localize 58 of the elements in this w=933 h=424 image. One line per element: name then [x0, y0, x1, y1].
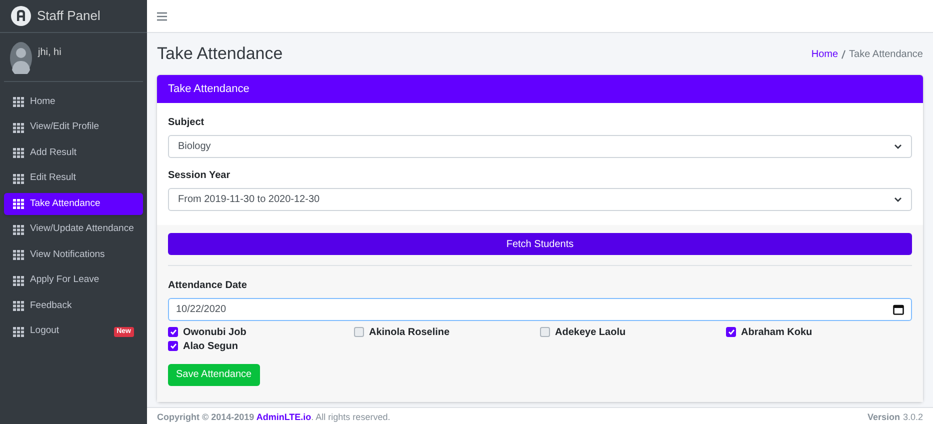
breadcrumb-link[interactable]: Home [811, 46, 838, 62]
grid-icon [13, 97, 24, 107]
student-name: Akinola Roseline [369, 326, 450, 340]
checkbox[interactable] [540, 327, 550, 337]
chevron-down-icon [894, 197, 902, 202]
user-name[interactable]: jhi, hi [38, 45, 62, 60]
copyright-text: Copyright © 2014-2019 AdminLTE.io. All rights reserved. [157, 410, 390, 424]
student-name: Alao Segun [183, 340, 238, 354]
grid-icon [13, 276, 24, 286]
sidebar-item[interactable]: View/Edit Profile [4, 116, 143, 138]
footer-link[interactable]: AdminLTE.io [256, 412, 312, 422]
field-label: Subject [168, 116, 206, 130]
check-icon [728, 329, 734, 335]
calendar-icon[interactable] [893, 304, 904, 315]
chevron-down-icon [894, 144, 902, 149]
grid-icon [13, 250, 24, 260]
avatar-icon [10, 42, 32, 74]
sidebar-item[interactable]: Take Attendance [4, 193, 143, 215]
page-title: Take Attendance [157, 43, 283, 66]
select-field[interactable]: Biology [168, 135, 912, 158]
field-label: Session Year [168, 169, 232, 183]
sidebar-item[interactable]: Add Result [4, 142, 143, 164]
check-icon [170, 329, 176, 335]
select-value: Biology [178, 140, 211, 154]
sidebar-item[interactable]: Feedback [4, 295, 143, 317]
grid-icon [13, 122, 24, 132]
date-label: Attendance Date [168, 279, 248, 293]
checkbox[interactable] [168, 341, 178, 351]
logo-icon [11, 6, 31, 26]
sidebar-item[interactable]: Edit Result [4, 168, 143, 190]
sidebar-item[interactable]: View/Update Attendance [4, 218, 143, 240]
check-icon [170, 343, 176, 349]
select-field[interactable]: From 2019-11-30 to 2020-12-30 [168, 188, 912, 211]
checkbox[interactable] [726, 327, 736, 337]
menu-icon[interactable] [157, 12, 167, 20]
brand-name[interactable]: Staff Panel [37, 6, 100, 26]
version-label: Version [867, 410, 900, 424]
grid-icon [13, 301, 24, 311]
grid-icon [13, 148, 24, 158]
card-title: Take Attendance [168, 82, 250, 97]
select-value: From 2019-11-30 to 2020-12-30 [178, 193, 320, 207]
student-name: Abraham Koku [741, 326, 812, 340]
student-name: Adekeye Laolu [555, 326, 626, 340]
student-name: Owonubi Job [183, 326, 246, 340]
sidebar-item[interactable]: View Notifications [4, 244, 143, 266]
version-number: 3.0.2 [902, 410, 923, 424]
grid-icon [13, 174, 24, 184]
checkbox[interactable] [354, 327, 364, 337]
fetch-students-button[interactable]: Fetch Students [168, 233, 912, 255]
sidebar-item[interactable]: Home [4, 91, 143, 113]
sidebar-item[interactable]: Apply For Leave [4, 270, 143, 292]
checkbox[interactable] [168, 327, 178, 337]
date-field[interactable]: 10/22/2020 [168, 298, 912, 321]
date-value: 10/22/2020 [176, 303, 226, 317]
grid-icon [13, 326, 24, 336]
grid-icon [13, 199, 24, 209]
breadcrumb-current: Take Attendance [849, 48, 923, 62]
grid-icon [13, 224, 24, 234]
